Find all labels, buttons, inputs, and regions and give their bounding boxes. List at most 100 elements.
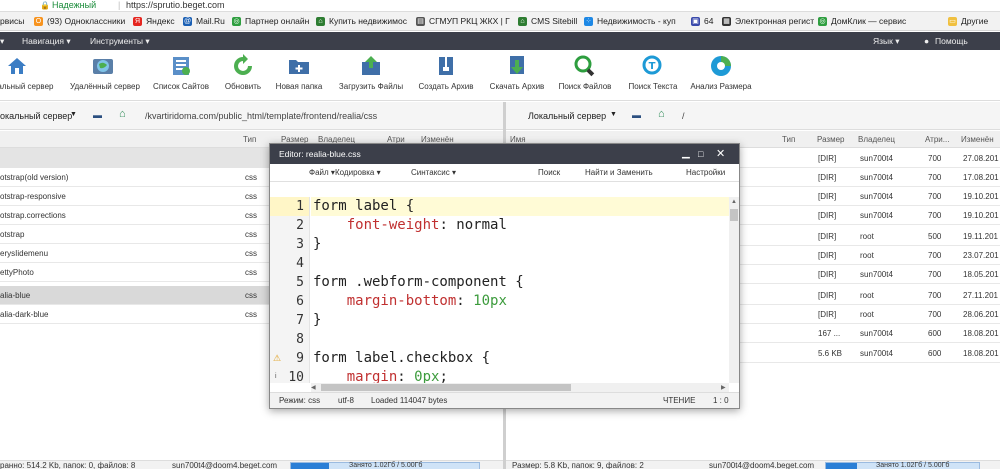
bookmark-mailru[interactable]: @ Mail.Ru [183, 15, 225, 28]
server-icon[interactable]: ▬ [632, 110, 641, 120]
size-analysis-button[interactable]: Анализ Размера [688, 54, 754, 91]
col-type[interactable]: Тип [243, 131, 256, 148]
editor-menu-file[interactable]: Файл ▾ [309, 164, 335, 182]
editor-menu-syntax[interactable]: Синтаксис ▾ [411, 164, 456, 182]
local-server-button[interactable]: Локальный сервер [0, 54, 53, 91]
download-archive-button[interactable]: Скачать Архив [484, 54, 550, 91]
scroll-left-icon[interactable]: ◀ [311, 384, 316, 391]
remote-server-button[interactable]: Удалённый сервер [70, 54, 140, 91]
upload-icon [362, 56, 380, 75]
yandex-icon: Я [133, 17, 142, 26]
col-owner[interactable]: Владелец [858, 131, 895, 148]
scroll-right-icon[interactable]: ▶ [721, 384, 726, 391]
bookmark-partner[interactable]: ◎ Партнер онлайн [232, 15, 309, 28]
editor-menubar: Файл ▾ Кодировка ▾ Синтаксис ▾ Поиск Най… [270, 164, 739, 182]
editor-horizontal-scrollbar[interactable]: ◀ ▶ [311, 383, 729, 392]
bookmark-realty[interactable]: ⁘ Недвижимость - куп [584, 15, 676, 28]
folder-icon: ▭ [948, 17, 957, 26]
code-area[interactable]: form label { font-weight: normal } form … [311, 197, 729, 383]
menu-help[interactable]: Помощь [935, 32, 968, 50]
editor-find-replace-button[interactable]: Найти и Заменить [585, 164, 653, 182]
code-line: margin-bottom: 10px [346, 293, 507, 309]
bookmark-64-icon: ▣ [691, 17, 700, 26]
chevron-down-icon[interactable]: ▼ [610, 111, 617, 118]
scrollbar-thumb[interactable] [730, 209, 738, 221]
menu-left-caret[interactable]: ▾ [0, 32, 4, 50]
left-path-bar: окальный сервер ▼ ▬ ⌂ /kvartiridoma.com/… [0, 102, 503, 130]
search-files-icon [574, 55, 595, 77]
right-disk-usage-fill [826, 463, 857, 469]
bookmark-buy-realty[interactable]: ⌂ Купить недвижимос [316, 15, 407, 28]
server-icon[interactable]: ▬ [93, 110, 102, 120]
menu-tools[interactable]: Инструменты ▾ [90, 32, 150, 50]
right-path[interactable]: / [682, 111, 685, 121]
editor-settings-button[interactable]: Настройки [686, 164, 725, 182]
bookmark-registration[interactable]: ▦ Электронная регист [722, 15, 814, 28]
lock-icon: 🔒 [40, 1, 50, 10]
editor-cursor-pos: 1 : 0 [713, 396, 729, 405]
home-icon [8, 58, 26, 74]
info-icon[interactable]: i [275, 373, 277, 380]
domclick-icon: ◎ [818, 17, 827, 26]
code-line: form label.checkbox { [313, 350, 491, 366]
bookmark-yandex[interactable]: Я Яндекс [133, 15, 175, 28]
menu-navigation[interactable]: Навигация ▾ [22, 32, 71, 50]
url-text[interactable]: https://sprutio.beget.com [126, 0, 225, 11]
left-disk-usage-bar: Занято 1.02Гб / 5.00Гб [290, 462, 480, 469]
right-server-select[interactable]: Локальный сервер [528, 111, 606, 121]
house-icon: ⌂ [518, 17, 527, 26]
editor-titlebar[interactable]: Editor: realia-blue.css ▁ □ ✕ [270, 144, 739, 164]
home-icon[interactable]: ⌂ [119, 108, 126, 120]
create-archive-button[interactable]: Создать Архив [413, 54, 479, 91]
editor-status-bar: Режим: css utf-8 Loaded 114047 bytes ЧТЕ… [270, 392, 739, 408]
bookmark-64[interactable]: ▣ 64 [691, 15, 713, 28]
editor-search-button[interactable]: Поиск [538, 164, 560, 182]
sites-list-button[interactable]: Список Сайтов [148, 54, 214, 91]
download-icon [510, 56, 524, 74]
bookmark-odnoklassniki[interactable]: О (93) Одноклассники [34, 15, 125, 28]
code-line: } [313, 236, 322, 252]
left-path[interactable]: /kvartiridoma.com/public_html/template/f… [145, 111, 377, 121]
col-modified[interactable]: Изменён [961, 131, 994, 148]
bookmark-domclick[interactable]: ◎ ДомКлик — сервис [818, 15, 906, 28]
code-line: form .webform-component { [313, 274, 524, 290]
editor-title: Editor: realia-blue.css [279, 149, 361, 159]
editor-loaded: Loaded 114047 bytes [371, 396, 448, 405]
right-status-summary: Размер: 5.8 Kb, папок: 9, файлов: 2 [512, 461, 644, 469]
secure-label: Надежный [52, 0, 97, 10]
editor-vertical-scrollbar[interactable]: ▲ [729, 197, 739, 383]
refresh-icon [234, 54, 252, 75]
menu-language[interactable]: Язык ▾ [873, 32, 900, 50]
bookmark-others[interactable]: ▭ Другие [948, 15, 988, 28]
partner-icon: ◎ [232, 17, 241, 26]
left-server-select[interactable]: окальный сервер [0, 111, 72, 121]
maximize-icon[interactable]: □ [698, 144, 703, 164]
separator: | [118, 0, 121, 10]
chevron-down-icon[interactable]: ▼ [70, 111, 77, 118]
bookmark-sitebill[interactable]: ⌂ CMS Sitebill [518, 15, 577, 28]
help-icon[interactable]: ● [924, 32, 929, 50]
archive-icon [439, 57, 453, 75]
scrollbar-thumb[interactable] [321, 384, 571, 391]
col-type[interactable]: Тип [782, 131, 795, 148]
left-status-summary: ранно: 514.2 Kb, папок: 0, файлов: 8 [0, 461, 136, 469]
upload-files-button[interactable]: Загрузить Файлы [338, 54, 404, 91]
close-icon[interactable]: ✕ [716, 144, 725, 164]
left-status-user: sun700t4@doom4.beget.com [172, 461, 278, 469]
search-text-button[interactable]: T Поиск Текста [620, 54, 686, 91]
search-files-button[interactable]: Поиск Файлов [552, 54, 618, 91]
col-attr[interactable]: Атри... [925, 131, 949, 148]
scroll-up-icon[interactable]: ▲ [731, 199, 737, 205]
home-icon[interactable]: ⌂ [658, 108, 665, 120]
col-size[interactable]: Размер [817, 131, 845, 148]
dots-icon: ⁘ [584, 17, 593, 26]
editor-menu-encoding[interactable]: Кодировка ▾ [335, 164, 381, 182]
minimize-icon[interactable]: ▁ [682, 144, 690, 164]
address-bar[interactable]: 🔒 Надежный | https://sprutio.beget.com [0, 0, 1000, 12]
odnoklassniki-icon: О [34, 17, 43, 26]
bookmark-sgmup[interactable]: ▤ СГМУП РКЦ ЖКХ | Г [416, 15, 510, 28]
left-disk-usage-fill [291, 463, 329, 469]
warning-icon[interactable]: ⚠ [273, 353, 281, 364]
bookmark-services[interactable]: рвисы [0, 15, 24, 28]
new-folder-button[interactable]: Новая папка [266, 54, 332, 91]
